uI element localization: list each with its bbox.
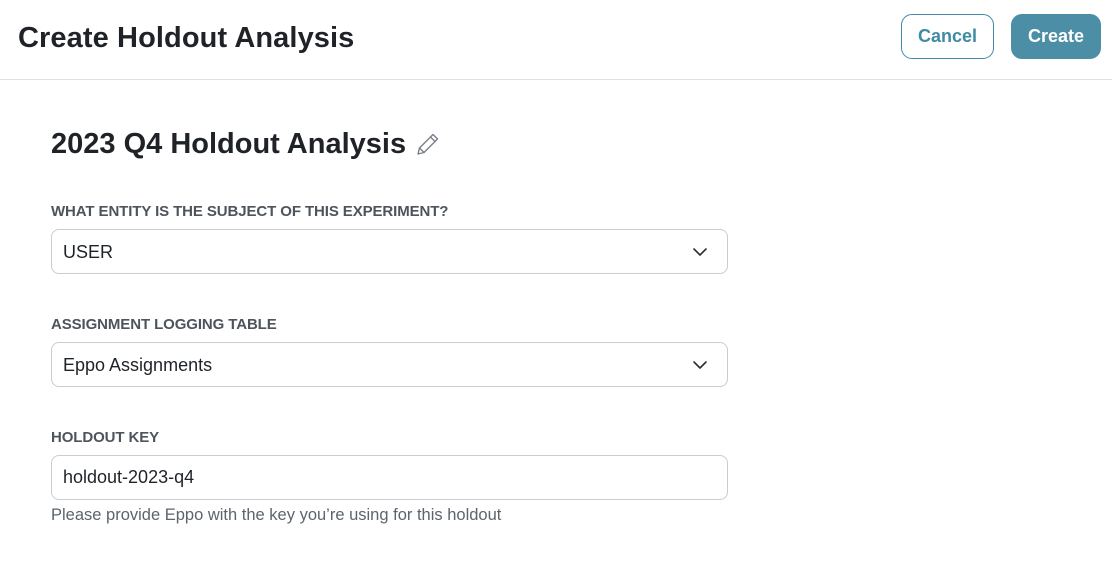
holdout-key-input[interactable] (51, 455, 728, 500)
entity-select-value: USER (63, 242, 114, 262)
chevron-down-icon (693, 248, 707, 256)
holdout-key-helper-text: Please provide Eppo with the key you’re … (51, 506, 502, 524)
holdout-key-label: HOLDOUT KEY (51, 429, 160, 446)
create-button[interactable]: Create (1011, 14, 1101, 59)
entity-field-label: WHAT ENTITY IS THE SUBJECT OF THIS EXPER… (51, 203, 449, 220)
pencil-icon[interactable] (414, 130, 442, 158)
assignment-table-value: Eppo Assignments (63, 355, 213, 375)
chevron-down-icon (693, 361, 707, 369)
create-holdout-page: Create Holdout Analysis Cancel Create 20… (0, 0, 1112, 580)
page-title: Create Holdout Analysis (18, 22, 355, 54)
assignment-table-select[interactable]: Eppo Assignments (51, 342, 728, 387)
page-header: Create Holdout Analysis Cancel Create (0, 0, 1112, 80)
cancel-button[interactable]: Cancel (901, 14, 994, 59)
entity-select[interactable]: USER (51, 229, 728, 274)
assignment-table-label: ASSIGNMENT LOGGING TABLE (51, 316, 277, 333)
analysis-title: 2023 Q4 Holdout Analysis (51, 128, 407, 160)
